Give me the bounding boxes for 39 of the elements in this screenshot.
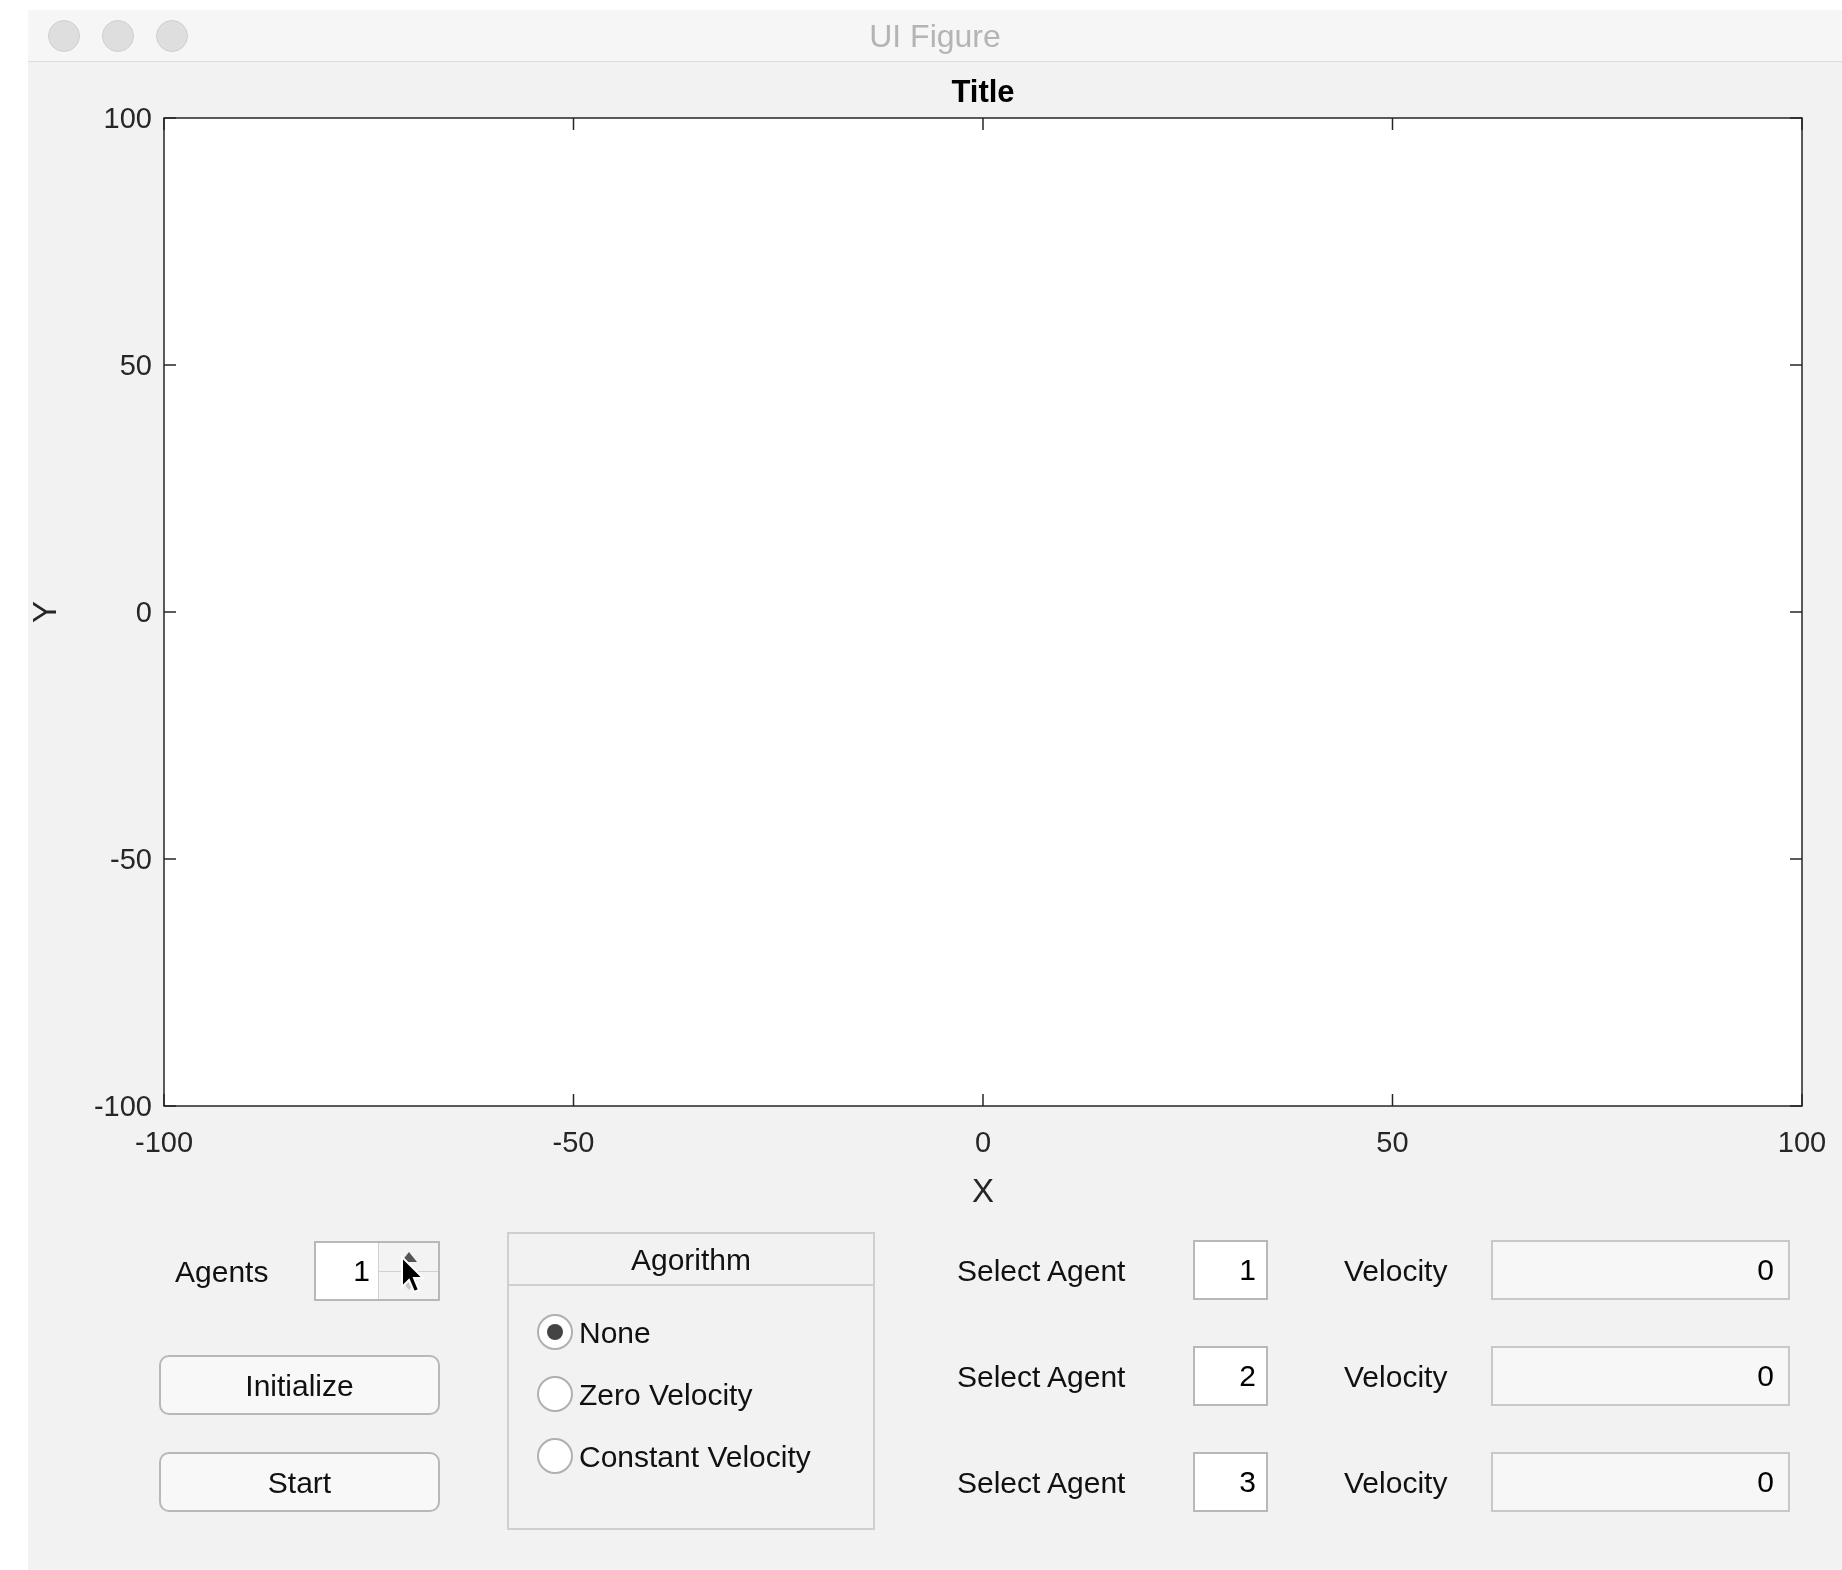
y-axis-label: Y xyxy=(28,601,63,623)
action-button[interactable]: Initialize xyxy=(159,1355,440,1415)
panel-title: Agorithm xyxy=(630,1241,751,1278)
radio-option[interactable]: Constant Velocity xyxy=(537,1436,873,1476)
minimize-button[interactable] xyxy=(102,19,134,52)
velocity-label: Velocity xyxy=(1344,1358,1449,1395)
x-tick-label: 50 xyxy=(1376,1126,1409,1158)
y-tick-label: 0 xyxy=(135,596,152,628)
velocity-field[interactable]: 0 xyxy=(1491,1452,1790,1512)
velocity-label: Velocity xyxy=(1344,1464,1449,1501)
chart-title: Title xyxy=(951,74,1015,109)
velocity-field[interactable]: 0 xyxy=(1491,1240,1790,1300)
agent-number-field[interactable]: 2 xyxy=(1193,1346,1268,1406)
y-tick-label: 50 xyxy=(119,349,152,381)
radio-button[interactable] xyxy=(537,1314,573,1350)
action-button[interactable]: Start xyxy=(159,1452,440,1512)
radio-option[interactable]: None xyxy=(537,1312,873,1352)
velocity-field[interactable]: 0 xyxy=(1491,1346,1790,1406)
radio-option[interactable]: Zero Velocity xyxy=(537,1374,873,1414)
y-tick-label: 100 xyxy=(103,102,152,134)
velocity-label: Velocity xyxy=(1344,1252,1449,1289)
x-tick-label: -50 xyxy=(552,1126,595,1158)
x-tick-label: 100 xyxy=(1777,1126,1827,1158)
radio-button[interactable] xyxy=(537,1376,573,1412)
select-agent-label: Select Agent xyxy=(957,1358,1127,1395)
radio-button[interactable] xyxy=(537,1438,573,1474)
agents-label: Agents xyxy=(175,1253,270,1290)
x-tick-label: 0 xyxy=(974,1126,992,1158)
y-tick-label: -50 xyxy=(110,843,152,875)
y-tick-label: -100 xyxy=(93,1090,152,1122)
zoom-button[interactable] xyxy=(156,19,188,52)
window-title: UI Figure xyxy=(869,16,1001,56)
x-tick-label: -100 xyxy=(135,1126,193,1158)
select-agent-label: Select Agent xyxy=(957,1464,1127,1501)
close-button[interactable] xyxy=(48,19,80,52)
agent-number-field[interactable]: 1 xyxy=(1193,1240,1268,1300)
select-agent-label: Select Agent xyxy=(957,1252,1127,1289)
agent-number-field[interactable]: 3 xyxy=(1193,1452,1268,1512)
x-axis-label: X xyxy=(972,1172,994,1209)
